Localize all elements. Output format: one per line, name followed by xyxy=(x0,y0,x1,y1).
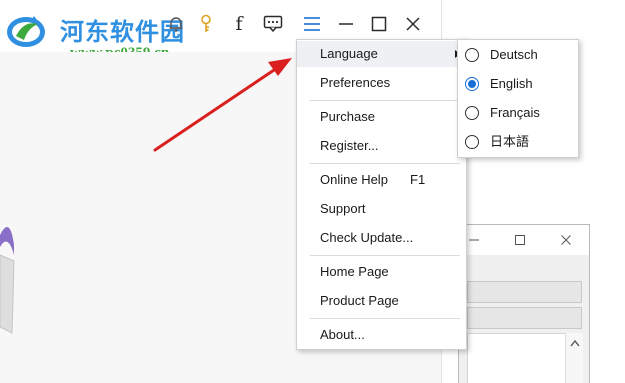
menu-item-label: Purchase xyxy=(320,109,375,124)
menu-item-language[interactable]: Language xyxy=(297,41,466,67)
dialog-title-bar xyxy=(459,225,589,255)
dialog-scrollbar[interactable] xyxy=(565,333,583,383)
dialog-header-row xyxy=(467,307,582,329)
menu-separator xyxy=(310,318,460,319)
language-option-label: Deutsch xyxy=(490,47,538,62)
dialog-header-row xyxy=(467,281,582,303)
language-option-english[interactable]: English xyxy=(458,71,578,97)
menu-item-label: Support xyxy=(320,201,366,216)
minimize-icon[interactable] xyxy=(334,12,358,36)
key-icon[interactable] xyxy=(194,12,218,36)
menu-item-label: Product Page xyxy=(320,293,399,308)
menu-item-purchase[interactable]: Purchase xyxy=(297,104,466,130)
menu-item-label: Check Update... xyxy=(320,230,414,245)
radio-button[interactable] xyxy=(465,48,479,62)
radio-button[interactable] xyxy=(465,106,479,120)
menu-separator xyxy=(310,100,460,101)
chat-icon[interactable] xyxy=(261,12,285,36)
menu-item-register[interactable]: Register... xyxy=(297,133,466,159)
menu-item-check-update[interactable]: Check Update... xyxy=(297,225,466,251)
dialog-minimize-icon[interactable] xyxy=(465,231,483,249)
facebook-glyph: f xyxy=(235,13,243,35)
product-box-image xyxy=(0,227,15,334)
menu-item-label: About... xyxy=(320,327,365,342)
language-option-deutsch[interactable]: Deutsch xyxy=(458,42,578,68)
language-option-label: Français xyxy=(490,105,540,120)
scroll-up-icon[interactable] xyxy=(569,339,580,347)
radio-button[interactable] xyxy=(465,135,479,149)
menu-item-label: Register... xyxy=(320,138,379,153)
main-menu: Language Preferences Purchase Register..… xyxy=(296,39,467,350)
menu-item-home-page[interactable]: Home Page xyxy=(297,259,466,285)
menu-item-product-page[interactable]: Product Page xyxy=(297,288,466,314)
menu-separator xyxy=(310,255,460,256)
dialog-maximize-icon[interactable] xyxy=(511,231,529,249)
menu-item-preferences[interactable]: Preferences xyxy=(297,70,466,96)
menu-item-label: Preferences xyxy=(320,75,391,90)
menu-item-about[interactable]: About... xyxy=(297,322,466,348)
radio-button-selected[interactable] xyxy=(465,77,479,91)
menu-item-shortcut: F1 xyxy=(410,172,426,187)
dialog-close-icon[interactable] xyxy=(557,231,575,249)
dialog-list-area xyxy=(467,333,565,383)
background-dialog xyxy=(458,224,590,383)
facebook-icon[interactable]: f xyxy=(227,12,251,36)
menu-item-label: Home Page xyxy=(320,264,389,279)
bell-icon[interactable] xyxy=(164,12,188,36)
menu-item-label: Language xyxy=(320,46,378,61)
watermark-logo xyxy=(7,16,45,47)
menu-item-online-help[interactable]: Online Help F1 xyxy=(297,167,466,193)
language-option-label: 日本語 xyxy=(490,134,530,149)
language-submenu: Deutsch English Français 日本語 xyxy=(457,39,579,158)
close-icon[interactable] xyxy=(401,12,425,36)
language-option-japanese[interactable]: 日本語 xyxy=(458,129,578,155)
menu-item-support[interactable]: Support xyxy=(297,196,466,222)
menu-item-label: Online Help xyxy=(320,172,388,187)
menu-icon[interactable] xyxy=(300,12,324,36)
menu-separator xyxy=(310,163,460,164)
language-option-label: English xyxy=(490,76,533,91)
language-option-francais[interactable]: Français xyxy=(458,100,578,126)
maximize-icon[interactable] xyxy=(367,12,391,36)
